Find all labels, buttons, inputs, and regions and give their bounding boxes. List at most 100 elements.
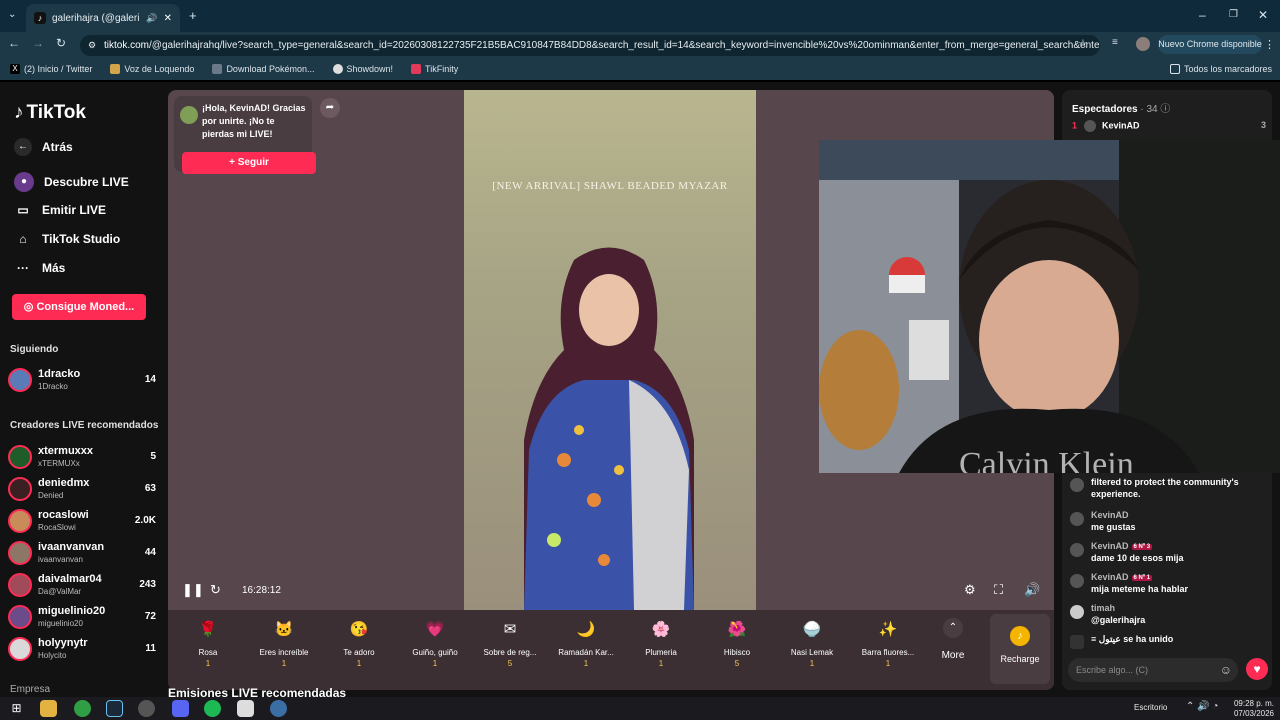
spotify-icon[interactable] — [204, 700, 221, 717]
nasi-lemak-gift-icon: 🍚 — [802, 621, 822, 638]
avatar — [8, 541, 32, 565]
bookmark-pokemon[interactable]: Download Pokémon... — [212, 64, 315, 74]
top-viewer-row[interactable]: 1 KevinAD 3 — [1072, 120, 1266, 132]
system-clock[interactable]: 09:28 p. m. 07/03/2026 — [1234, 699, 1274, 719]
avatar[interactable] — [1070, 512, 1084, 526]
reload-icon[interactable]: ↻ — [56, 36, 66, 50]
back-arrow-icon[interactable]: ← — [8, 36, 20, 50]
profile-avatar[interactable] — [1136, 37, 1150, 51]
bookmark-tikfinity[interactable]: TikFinity — [411, 64, 458, 74]
hibiscus-gift-icon: 🌺 — [727, 621, 747, 638]
tikfinity-icon — [411, 64, 422, 74]
creator-item[interactable]: daivalmar04 Da@ValMar 243 — [8, 571, 160, 601]
new-tab-icon[interactable]: + — [189, 8, 197, 23]
gift-item[interactable]: 🌸 Plumeria 1 — [625, 618, 697, 668]
avatar — [8, 445, 32, 469]
forward-arrow-icon[interactable]: → — [32, 36, 44, 50]
nav-more[interactable]: ··· Más — [14, 261, 65, 275]
bookmark-showdown[interactable]: Showdown! — [332, 64, 393, 74]
close-window-icon[interactable]: ✕ — [1258, 8, 1268, 22]
all-bookmarks[interactable]: Todos los marcadores — [1169, 64, 1272, 74]
more-gifts-button[interactable]: ⌃ More — [918, 618, 988, 661]
avatar — [8, 509, 32, 533]
creator-item[interactable]: miguelinio20 miguelinio20 72 — [8, 603, 160, 633]
webcam-feed — [819, 140, 1280, 473]
gift-item[interactable]: 🌙 Ramadán Kar... 1 — [550, 618, 622, 668]
chrome-icon[interactable] — [74, 700, 91, 717]
minimize-icon[interactable]: – — [1199, 8, 1206, 22]
chrome-update-button[interactable]: Nuevo Chrome disponible — [1158, 35, 1262, 54]
creator-item[interactable]: ivaanvanvan ivaanvanvan 44 — [8, 539, 160, 569]
company-link[interactable]: Empresa — [10, 684, 50, 695]
creator-item[interactable]: xtermuxxx xTERMUXx 5 — [8, 443, 160, 473]
sidebar: ♪ TikTok ← Atrás ● Descubre LIVE ▭ Emitir LI… — [0, 82, 166, 697]
gift-item[interactable]: 🍚 Nasi Lemak 1 — [776, 618, 848, 668]
pause-icon[interactable]: ❚❚ — [182, 582, 204, 598]
nav-go-live[interactable]: ▭ Emitir LIVE — [14, 203, 106, 217]
volume-icon[interactable]: 🔊 — [1024, 582, 1040, 598]
gift-item[interactable]: 🐱 Eres increíble 1 — [248, 618, 320, 668]
settings-gear-icon[interactable]: ⚙ — [964, 582, 976, 598]
host-avatar[interactable] — [180, 106, 198, 124]
chat-input[interactable]: Escribe algo... (C) ☺ — [1068, 658, 1238, 682]
info-icon[interactable]: ⓘ — [1160, 104, 1170, 115]
gift-item[interactable]: ✨ Barra fluores... 1 — [852, 618, 924, 668]
gift-item[interactable]: ✉ Sobre de reg... 5 — [474, 618, 546, 668]
file-explorer-icon[interactable] — [40, 700, 57, 717]
back-button[interactable]: ← Atrás — [14, 138, 73, 156]
chrome-active-icon[interactable] — [270, 700, 287, 717]
share-icon[interactable]: ➦ — [320, 98, 340, 118]
gift-item[interactable]: 🌹 Rosa 1 — [172, 618, 244, 668]
discord-icon[interactable] — [172, 700, 189, 717]
windows-start-icon[interactable]: ⊞ — [8, 700, 25, 717]
live-video[interactable]: [NEW ARRIVAL] SHAWL BEADED MYAZAR — [464, 90, 756, 610]
refresh-icon[interactable]: ↻ — [210, 582, 221, 598]
creator-item[interactable]: rocaslowi RocaSlowi 2.0K — [8, 507, 160, 537]
bookmark-twitter[interactable]: X (2) Inicio / Twitter — [10, 64, 92, 74]
emoji-icon[interactable]: ☺ — [1220, 658, 1232, 682]
tray-icons[interactable]: ⌃ 🔊 ◔ — [1186, 701, 1218, 712]
avatar[interactable] — [1070, 605, 1084, 619]
close-tab-icon[interactable]: ✕ — [164, 13, 172, 24]
gift-item[interactable]: 🌺 Hibisco 5 — [701, 618, 773, 668]
presenter-figure — [524, 247, 694, 610]
follow-button[interactable]: + Seguir — [182, 152, 316, 174]
chrome-menu-icon[interactable]: ⋮ — [1264, 38, 1275, 51]
capcut-icon[interactable] — [237, 700, 254, 717]
gift-item[interactable]: 💗 Guiño, guiño 1 — [399, 618, 471, 668]
media-control-icon[interactable]: ≡ — [1112, 37, 1118, 48]
url-field[interactable]: ⚙ tiktok.com/@galerihajrahq/live?search_… — [80, 35, 1100, 56]
creator-item[interactable]: holyynytr Holycito 11 — [8, 635, 160, 665]
join-icon — [1070, 635, 1084, 649]
nav-discover-live[interactable]: ● Descubre LIVE — [14, 172, 129, 192]
tab-search-icon[interactable]: ⌄ — [8, 9, 16, 20]
audio-icon[interactable]: 🔊 — [146, 13, 157, 24]
bookmark-loquendo[interactable]: Voz de Loquendo — [110, 64, 194, 74]
bookmarks-bar: X (2) Inicio / Twitter Voz de Loquendo Do… — [0, 58, 1280, 80]
coin-icon: ♪ — [1010, 626, 1030, 646]
avatar[interactable] — [1070, 574, 1084, 588]
steam-icon[interactable] — [106, 700, 123, 717]
url-path: /@galerihajrahq/live?search_type=general… — [149, 40, 1100, 51]
like-heart-icon[interactable]: ♥ — [1246, 658, 1268, 680]
tiktok-logo[interactable]: ♪ TikTok — [14, 102, 86, 124]
desktop-label[interactable]: Escritorio — [1134, 703, 1167, 712]
recommended-creators-heading: Creadores LIVE recomendados — [10, 420, 159, 431]
following-item[interactable]: 1dracko 1Dracko 14 — [8, 366, 160, 396]
fullscreen-icon[interactable]: ⛶ — [994, 582, 1003, 598]
site-info-icon[interactable]: ⚙ — [88, 35, 96, 56]
obs-icon[interactable] — [138, 700, 155, 717]
player-controls: ❚❚ ↻ 16:28:12 ⚙ ⛶ 🔊 — [168, 578, 1054, 604]
nav-tiktok-studio[interactable]: ⌂ TikTok Studio — [14, 232, 120, 246]
avatar[interactable] — [1070, 543, 1084, 557]
gift-item[interactable]: 😘 Te adoro 1 — [323, 618, 395, 668]
viewers-heading[interactable]: Espectadores · 34 ⓘ — [1072, 100, 1170, 115]
recharge-button[interactable]: ♪ Recharge — [990, 614, 1050, 684]
plumeria-gift-icon: 🌸 — [651, 621, 671, 638]
creator-item[interactable]: deniedmx Denied 63 — [8, 475, 160, 505]
gift-bar: 🌹 Rosa 1 🐱 Eres increíble 1 😘 Te adoro 1 💗 Guiñ… — [168, 610, 1054, 690]
bookmark-star-icon[interactable]: ☆ — [1078, 37, 1088, 50]
browser-tab[interactable]: ♪ galerihajra (@galerihajrahq) 🔊 ✕ — [26, 4, 180, 32]
get-coins-button[interactable]: ◎ Consigue Moned... — [12, 294, 146, 320]
restore-icon[interactable]: ❐ — [1229, 9, 1238, 20]
